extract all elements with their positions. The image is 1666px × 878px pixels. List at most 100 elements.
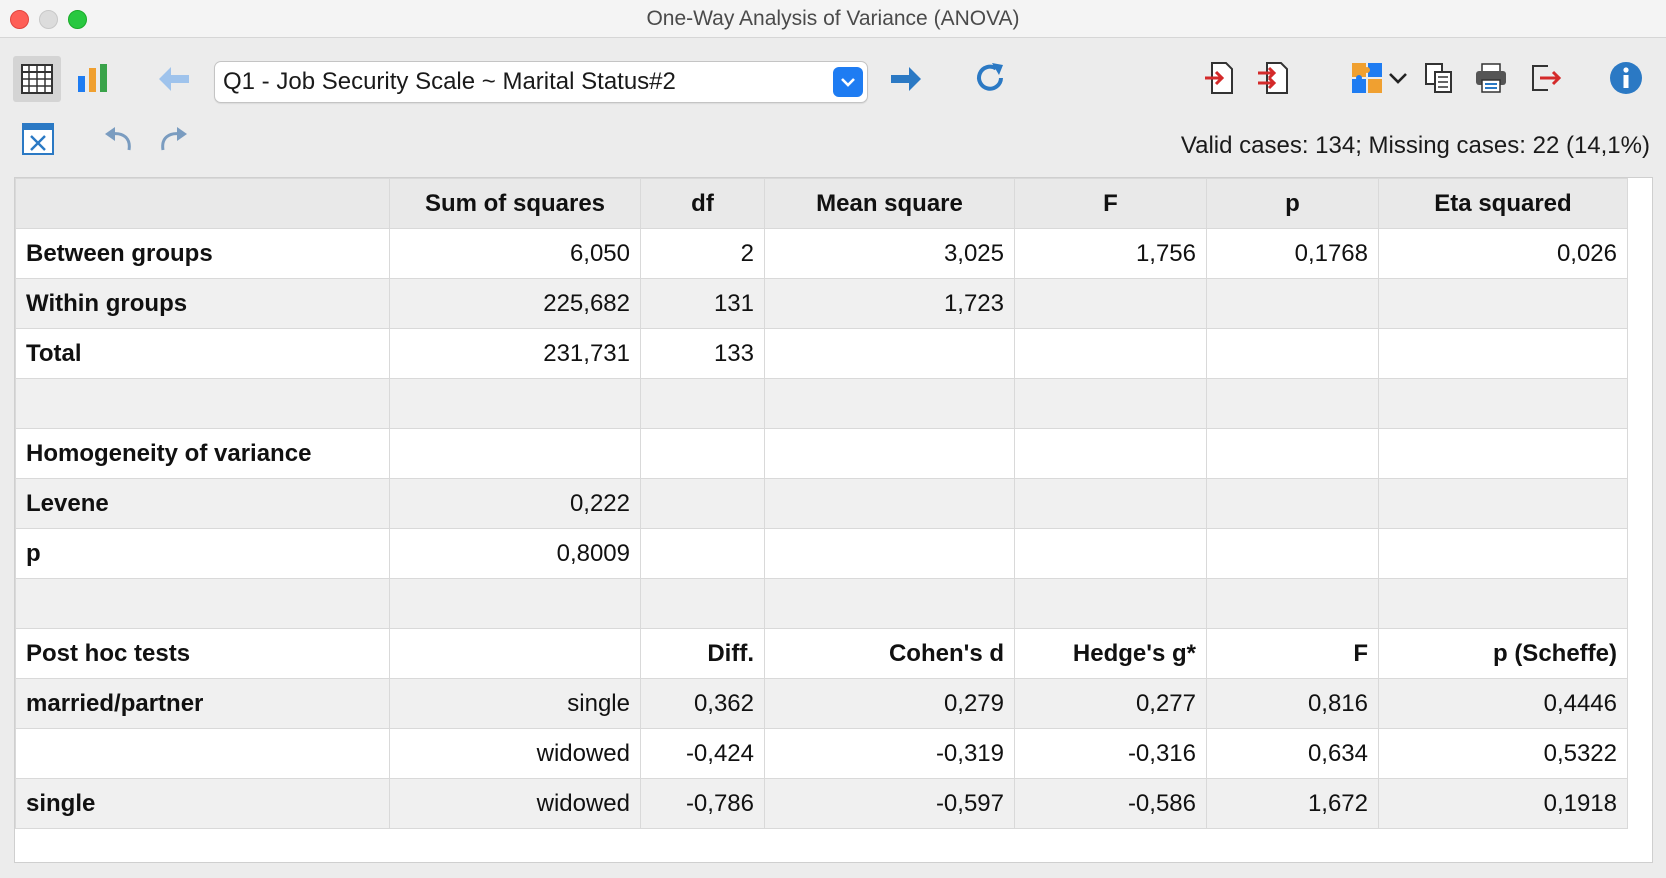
- table-cell: -0,597: [764, 778, 1015, 829]
- table-cell: [764, 428, 1015, 479]
- row-label: [15, 578, 390, 629]
- table-cell: [764, 328, 1015, 379]
- dropdown-arrow-icon[interactable]: [833, 67, 863, 97]
- export-button[interactable]: [1198, 56, 1240, 100]
- refresh-button[interactable]: [968, 56, 1012, 100]
- table-cell: 1,756: [1014, 228, 1207, 279]
- print-icon: [1476, 63, 1506, 93]
- table-cell: [764, 378, 1015, 429]
- forward-button[interactable]: [884, 58, 928, 100]
- table-cell: 0,1918: [1378, 778, 1628, 829]
- undo-button[interactable]: [98, 120, 138, 158]
- column-header[interactable]: df: [640, 178, 765, 229]
- column-header[interactable]: [15, 178, 390, 229]
- back-button[interactable]: [152, 58, 196, 100]
- row-label: Homogeneity of variance: [15, 428, 390, 479]
- refresh-icon: [977, 63, 1003, 91]
- table-cell: [389, 428, 641, 479]
- table-cell: [1378, 528, 1628, 579]
- table-cell: 3,025: [764, 228, 1015, 279]
- table-cell: [764, 578, 1015, 629]
- table-row: Within groups 225,682 131 1,723: [15, 278, 1628, 329]
- table-cell: widowed: [389, 728, 641, 779]
- row-label: Total: [15, 328, 390, 379]
- table-cell: [640, 528, 765, 579]
- column-header[interactable]: Mean square: [764, 178, 1015, 229]
- table-cell: [1206, 478, 1379, 529]
- table-cell: [640, 478, 765, 529]
- table-row: widowed -0,424 -0,319 -0,316 0,634 0,532…: [15, 728, 1628, 779]
- column-header[interactable]: Sum of squares: [389, 178, 641, 229]
- table-cell: 0,362: [640, 678, 765, 729]
- redo-icon: [161, 127, 187, 151]
- table-cell: [1378, 278, 1628, 329]
- table-cell: -0,586: [1014, 778, 1207, 829]
- anova-results-table: Sum of squares df Mean square F p Eta sq…: [15, 178, 1628, 829]
- info-button[interactable]: [1604, 56, 1648, 100]
- table-cell: [1014, 378, 1207, 429]
- table-cell: 0,5322: [1378, 728, 1628, 779]
- undo-icon: [105, 127, 131, 151]
- table-view-button[interactable]: [13, 56, 61, 102]
- table-cell: [764, 478, 1015, 529]
- table-cell: single: [389, 678, 641, 729]
- copy-icon: [1425, 63, 1452, 93]
- table-cell: 0,026: [1378, 228, 1628, 279]
- export-all-icon: [1258, 62, 1288, 94]
- table-cell: [1378, 428, 1628, 479]
- table-cell: [1206, 328, 1379, 379]
- row-label: single: [15, 778, 390, 829]
- table-cell: F: [1206, 628, 1379, 679]
- column-header[interactable]: Eta squared: [1378, 178, 1628, 229]
- row-label: Post hoc tests: [15, 628, 390, 679]
- table-view-icon: [21, 64, 53, 94]
- table-cell: [389, 378, 641, 429]
- plugins-button[interactable]: [1344, 56, 1414, 100]
- row-label: [15, 378, 390, 429]
- table-cell: 225,682: [389, 278, 641, 329]
- chevron-down-icon: [1389, 73, 1407, 84]
- info-icon: [1610, 62, 1642, 94]
- table-row: Levene 0,222: [15, 478, 1628, 529]
- table-cell: [1014, 578, 1207, 629]
- row-label: Within groups: [15, 278, 390, 329]
- table-row: [15, 378, 1628, 429]
- variable-selector[interactable]: Q1 - Job Security Scale ~ Marital Status…: [214, 61, 868, 103]
- table-cell: [640, 578, 765, 629]
- chart-view-button[interactable]: [70, 56, 116, 102]
- table-cell: [1378, 578, 1628, 629]
- table-cell: [1206, 528, 1379, 579]
- export-all-button[interactable]: [1252, 56, 1294, 100]
- column-header[interactable]: F: [1014, 178, 1207, 229]
- puzzle-icon: [1352, 63, 1382, 93]
- redo-button[interactable]: [154, 120, 194, 158]
- table-cell: -0,424: [640, 728, 765, 779]
- row-label: p: [15, 528, 390, 579]
- table-cell: widowed: [389, 778, 641, 829]
- table-cell: [1014, 278, 1207, 329]
- table-cell: 0,1768: [1206, 228, 1379, 279]
- exit-button[interactable]: [1524, 56, 1568, 100]
- table-cell: Cohen's d: [764, 628, 1015, 679]
- table-row: p 0,8009: [15, 528, 1628, 579]
- copy-button[interactable]: [1418, 56, 1460, 100]
- case-count-status: Valid cases: 134; Missing cases: 22 (14,…: [1180, 132, 1650, 159]
- table-cell: [1014, 428, 1207, 479]
- table-cell: 0,634: [1206, 728, 1379, 779]
- table-header-row: Sum of squares df Mean square F p Eta sq…: [15, 178, 1628, 229]
- close-table-icon: [22, 123, 54, 155]
- table-row: married/partner single 0,362 0,279 0,277…: [15, 678, 1628, 729]
- variable-selector-value: Q1 - Job Security Scale ~ Marital Status…: [223, 68, 676, 95]
- row-label: married/partner: [15, 678, 390, 729]
- print-button[interactable]: [1468, 56, 1514, 100]
- table-cell: 131: [640, 278, 765, 329]
- column-header[interactable]: p: [1206, 178, 1379, 229]
- table-cell: 6,050: [389, 228, 641, 279]
- table-cell: 2: [640, 228, 765, 279]
- table-cell: [1014, 528, 1207, 579]
- table-cell: [1378, 378, 1628, 429]
- table-cell: -0,319: [764, 728, 1015, 779]
- toolbar: Q1 - Job Security Scale ~ Marital Status…: [0, 38, 1666, 178]
- close-table-button[interactable]: [16, 118, 60, 160]
- table-cell: p (Scheffe): [1378, 628, 1628, 679]
